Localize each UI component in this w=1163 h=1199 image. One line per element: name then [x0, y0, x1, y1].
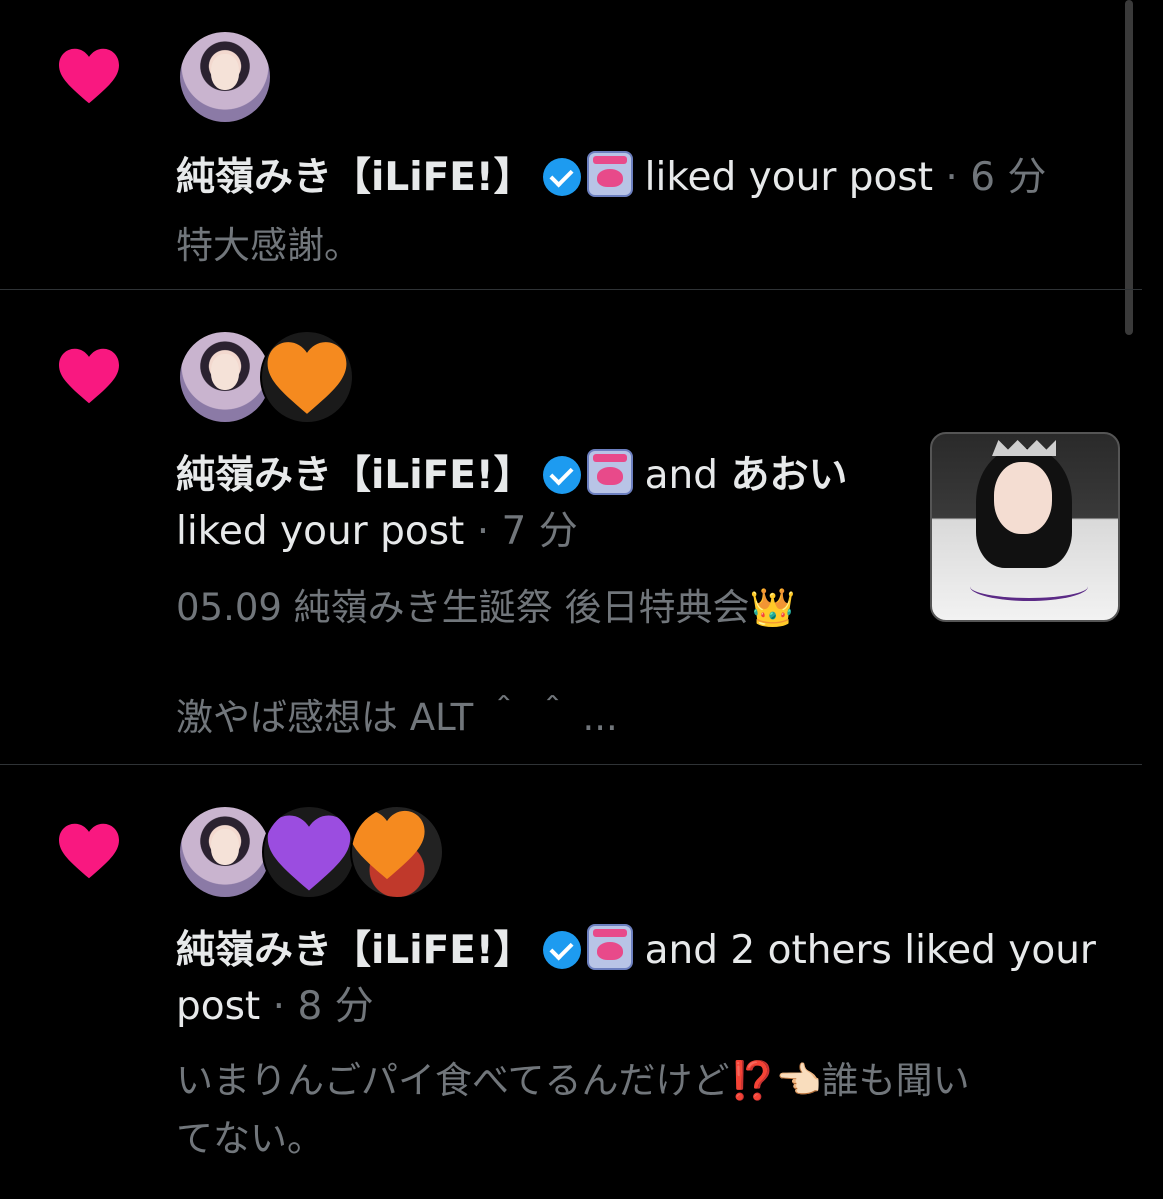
timestamp: 6 分	[970, 155, 1047, 200]
notification-item[interactable]: 純嶺みき【iLiFE!】 liked your post · 6 分 特大感謝。	[0, 0, 1163, 290]
avatar[interactable]	[178, 30, 272, 124]
verified-badge-icon	[542, 931, 581, 969]
avatar-group[interactable]	[178, 30, 278, 124]
action-text: and 2 others liked your	[644, 928, 1096, 973]
user-name[interactable]: 純嶺みき【iLiFE!】	[176, 928, 533, 973]
avatar[interactable]	[262, 805, 356, 899]
verified-badge-icon	[542, 158, 581, 196]
post-preview: いまりんごパイ食べてるんだけど⁉️👈🏻誰も聞い	[176, 1059, 970, 1102]
notification-action-line: post · 8 分	[176, 984, 374, 1029]
ilife-logo-icon	[586, 449, 633, 495]
orange-heart-emoji	[352, 810, 425, 880]
avatar-group[interactable]	[178, 805, 448, 899]
orange-heart-emoji	[267, 342, 347, 414]
post-preview: 特大感謝。	[176, 224, 361, 267]
ilife-logo-icon	[586, 924, 633, 970]
post-thumbnail[interactable]	[930, 432, 1120, 622]
action-text: liked your post	[176, 509, 465, 554]
timestamp: 8 分	[297, 984, 374, 1029]
joiner-text: and	[644, 453, 719, 498]
other-user-name[interactable]: あおい	[730, 453, 847, 498]
ilife-logo-icon	[586, 151, 633, 197]
heart-icon	[59, 48, 119, 104]
action-text: post	[176, 984, 261, 1029]
notification-header: 純嶺みき【iLiFE!】 liked your post · 6 分	[176, 150, 1046, 206]
notification-header: 純嶺みき【iLiFE!】 and あおい	[176, 448, 847, 504]
user-name[interactable]: 純嶺みき【iLiFE!】	[176, 453, 533, 498]
purple-heart-emoji	[267, 815, 351, 891]
timestamp: 7 分	[501, 509, 578, 554]
notification-header: 純嶺みき【iLiFE!】 and 2 others liked your	[176, 923, 1096, 979]
post-preview: 05.09 純嶺みき生誕祭 後日特典会👑	[176, 586, 796, 629]
avatar[interactable]	[178, 805, 272, 899]
user-name[interactable]: 純嶺みき【iLiFE!】	[176, 155, 533, 200]
avatar[interactable]	[350, 805, 444, 899]
avatar-group[interactable]	[178, 330, 378, 424]
avatar[interactable]	[178, 330, 272, 424]
post-preview: てない。	[176, 1117, 324, 1160]
verified-badge-icon	[542, 456, 581, 494]
notification-action-line: liked your post · 7 分	[176, 509, 578, 554]
notification-item[interactable]: 純嶺みき【iLiFE!】 and 2 others liked your post…	[0, 765, 1163, 1199]
avatar[interactable]	[260, 330, 354, 424]
heart-icon	[59, 348, 119, 404]
post-preview: 激やば感想は ALT ＾ ＾ ...	[176, 696, 618, 739]
heart-icon	[59, 823, 119, 879]
action-text: liked your post	[644, 155, 933, 200]
